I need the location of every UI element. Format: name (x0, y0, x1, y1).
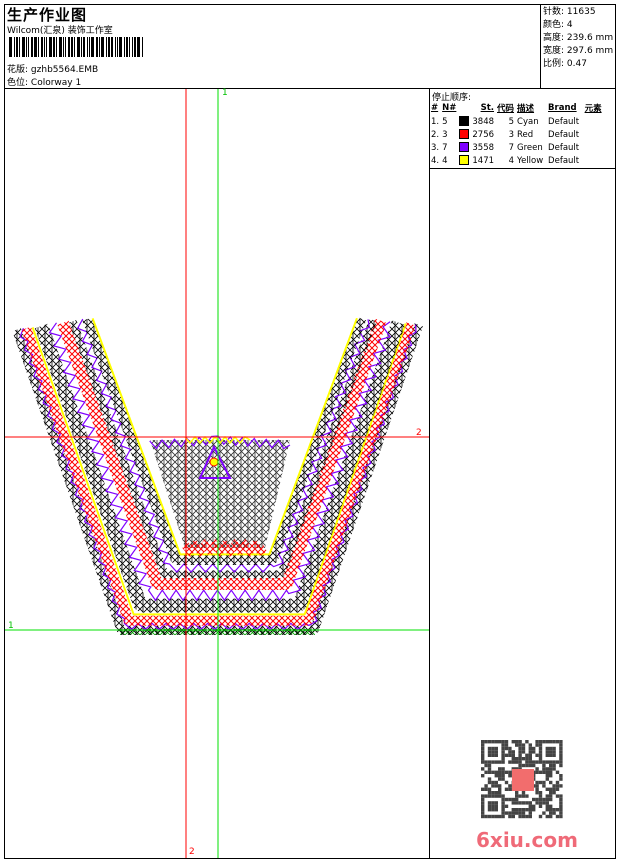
red-cross-stitch-band (181, 538, 268, 558)
seal-icon (512, 769, 534, 791)
guide-label: 2 (416, 428, 422, 438)
guide-label: 1 (222, 88, 228, 98)
watermark-logo: 6xiu.com (476, 828, 578, 852)
center-motif (209, 457, 219, 467)
guide-label: 2 (189, 847, 195, 857)
guide-label: 1 (8, 621, 14, 631)
embroidery-preview (5, 89, 429, 858)
qr-code (481, 740, 563, 819)
